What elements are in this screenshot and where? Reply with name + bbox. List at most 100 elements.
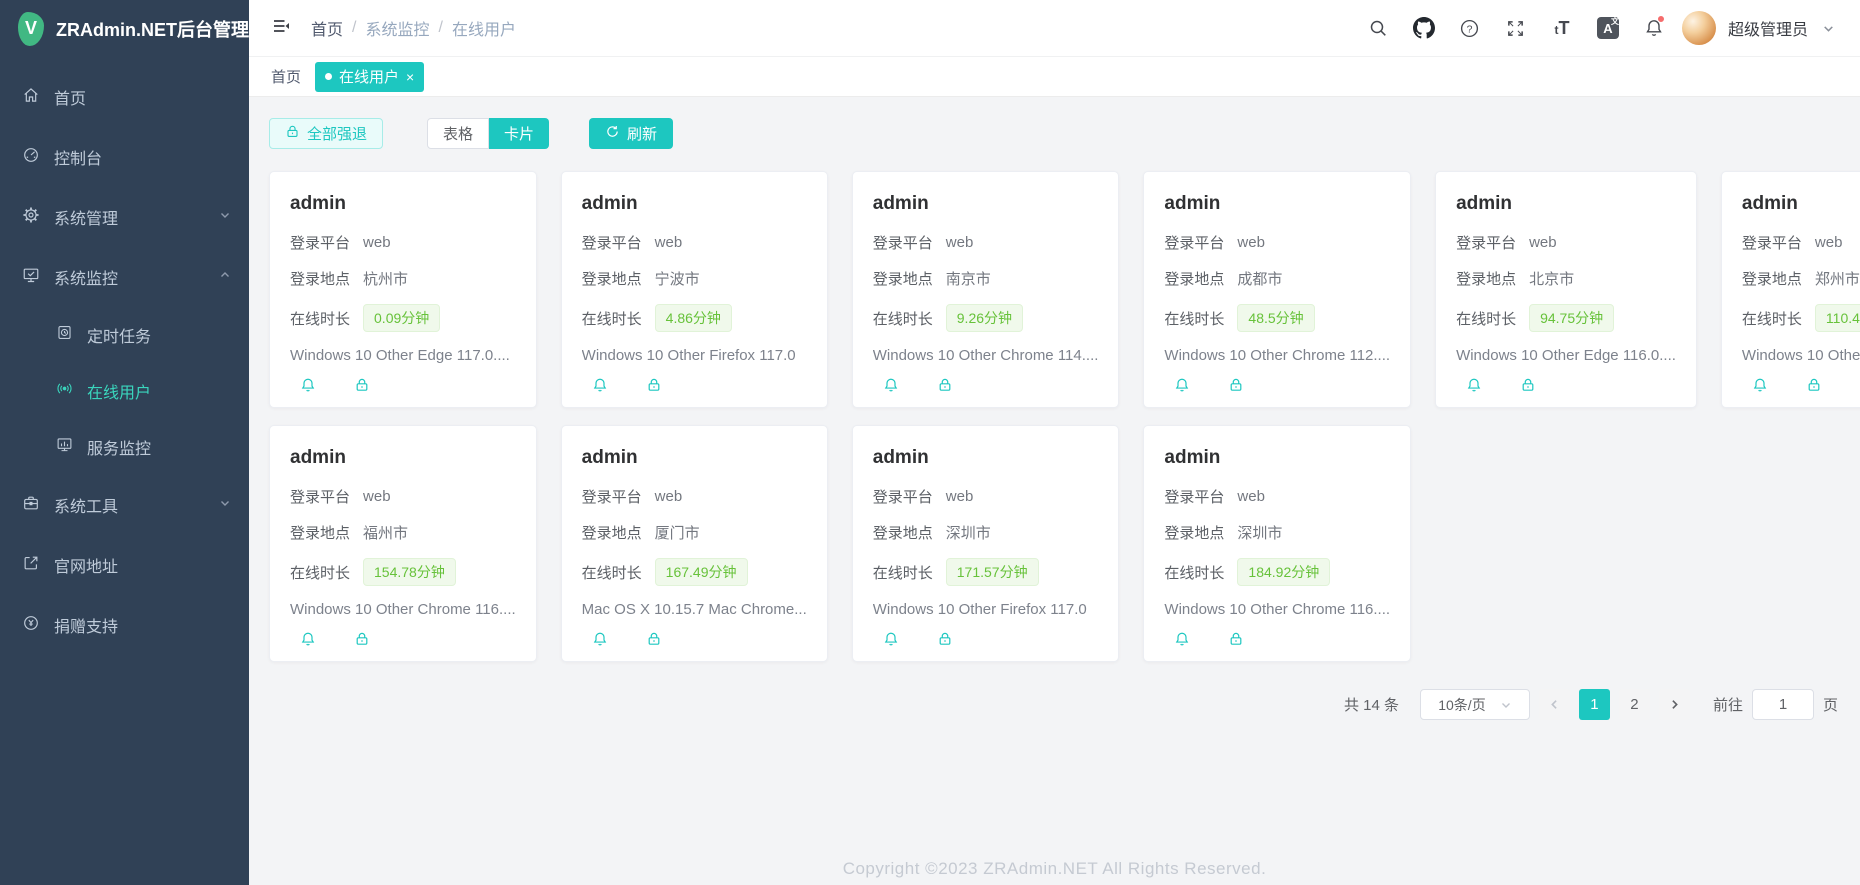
app-title: ZRAdmin.NET后台管理 (56, 16, 249, 42)
prev-page-button[interactable] (1539, 689, 1570, 720)
browser-info: Windows 10 Other Chrome 108.... (1742, 347, 1860, 364)
page-number-1[interactable]: 1 (1579, 689, 1610, 720)
goto-page-input[interactable] (1752, 689, 1814, 720)
force-logout-lock-icon[interactable] (1806, 377, 1822, 393)
github-icon[interactable] (1406, 10, 1442, 46)
force-logout-lock-icon[interactable] (937, 377, 953, 393)
tab-home[interactable]: 首页 (271, 66, 301, 87)
online-duration-label: 在线时长 (1456, 308, 1516, 329)
card-actions (1456, 377, 1676, 393)
tab-bar: 首页 在线用户 × (249, 57, 1860, 97)
search-icon[interactable] (1360, 10, 1396, 46)
page-size-select[interactable]: 10条/页 (1420, 689, 1530, 720)
notify-user-bell-icon[interactable] (1174, 631, 1190, 647)
notify-user-bell-icon[interactable] (300, 631, 316, 647)
login-platform-label: 登录平台 (1742, 232, 1802, 253)
notify-user-bell-icon[interactable] (883, 631, 899, 647)
online-user-card: admin 登录平台 web 登录地点 郑州市 在线时长 110.48分钟 Wi… (1721, 171, 1860, 408)
sidebar-item-donate[interactable]: 捐赠支持 (0, 595, 249, 655)
view-card-button[interactable]: 卡片 (489, 118, 549, 149)
force-logout-lock-icon[interactable] (646, 631, 662, 647)
sidebar-item-console[interactable]: 控制台 (0, 127, 249, 187)
login-location-value: 郑州市 (1815, 268, 1860, 289)
sidebar-item-system-monitor[interactable]: 系统监控 (0, 247, 249, 307)
refresh-button[interactable]: 刷新 (589, 118, 673, 149)
toolbox-icon (22, 494, 40, 517)
login-location-label: 登录地点 (1164, 268, 1224, 289)
user-name[interactable]: 超级管理员 (1728, 16, 1808, 40)
breadcrumb-home[interactable]: 首页 (311, 16, 343, 40)
sidebar-item-online-users[interactable]: 在线用户 (0, 363, 249, 419)
notify-user-bell-icon[interactable] (300, 377, 316, 393)
notify-user-bell-icon[interactable] (883, 377, 899, 393)
card-username: admin (1164, 193, 1390, 215)
browser-info: Windows 10 Other Firefox 117.0 (582, 347, 807, 364)
notify-user-bell-icon[interactable] (592, 377, 608, 393)
sidebar-item-system-tools[interactable]: 系统工具 (0, 475, 249, 535)
notify-user-bell-icon[interactable] (1752, 377, 1768, 393)
breadcrumb: 首页 / 系统监控 / 在线用户 (311, 16, 516, 40)
notification-badge (1657, 15, 1665, 23)
card-username: admin (582, 193, 807, 215)
login-location-label: 登录地点 (582, 268, 642, 289)
donate-icon (22, 614, 40, 637)
force-logout-all-label: 全部强退 (307, 123, 367, 144)
login-location-label: 登录地点 (1164, 522, 1224, 543)
svg-text:?: ? (1467, 23, 1473, 35)
next-page-button[interactable] (1659, 689, 1690, 720)
external-link-icon (22, 554, 40, 577)
card-actions (873, 377, 1099, 393)
sidebar-item-label: 系统工具 (54, 493, 205, 517)
online-user-card: admin 登录平台 web 登录地点 深圳市 在线时长 171.57分钟 Wi… (852, 425, 1120, 662)
sidebar-item-home[interactable]: 首页 (0, 67, 249, 127)
sidebar-item-official-site[interactable]: 官网地址 (0, 535, 249, 595)
login-platform-label: 登录平台 (290, 486, 350, 507)
view-table-button[interactable]: 表格 (427, 118, 489, 149)
tab-online-users[interactable]: 在线用户 × (315, 62, 424, 92)
collapse-sidebar-button[interactable] (265, 10, 297, 47)
sidebar-item-label: 首页 (54, 85, 231, 109)
online-duration-badge: 110.48分钟 (1815, 304, 1860, 332)
browser-info: Windows 10 Other Chrome 114.... (873, 347, 1099, 364)
force-logout-lock-icon[interactable] (937, 631, 953, 647)
avatar[interactable] (1682, 11, 1716, 45)
tab-label: 在线用户 (339, 66, 399, 87)
login-platform-label: 登录平台 (873, 486, 933, 507)
tab-close-icon[interactable]: × (406, 70, 414, 84)
help-icon[interactable]: ? (1452, 10, 1488, 46)
sidebar: V ZRAdmin.NET后台管理 首页 控制台 系统管理 系统监控 定时任务 (0, 0, 249, 885)
topbar: 首页 / 系统监控 / 在线用户 ? tT A文 超级管理员 (249, 0, 1860, 57)
login-platform-value: web (1237, 234, 1265, 251)
force-logout-lock-icon[interactable] (1228, 631, 1244, 647)
font-size-icon[interactable]: tT (1544, 10, 1580, 46)
force-logout-lock-icon[interactable] (646, 377, 662, 393)
notify-user-bell-icon[interactable] (1174, 377, 1190, 393)
force-logout-lock-icon[interactable] (354, 377, 370, 393)
user-menu-chevron-icon[interactable] (1818, 10, 1838, 46)
notify-user-bell-icon[interactable] (1466, 377, 1482, 393)
sidebar-item-system-admin[interactable]: 系统管理 (0, 187, 249, 247)
card-actions (290, 631, 516, 647)
sidebar-item-scheduled-tasks[interactable]: 定时任务 (0, 307, 249, 363)
force-logout-lock-icon[interactable] (1228, 377, 1244, 393)
translate-icon[interactable]: A文 (1590, 10, 1626, 46)
force-logout-lock-icon[interactable] (354, 631, 370, 647)
fullscreen-icon[interactable] (1498, 10, 1534, 46)
notify-user-bell-icon[interactable] (592, 631, 608, 647)
sidebar-item-service-monitor[interactable]: 服务监控 (0, 419, 249, 475)
force-logout-all-button[interactable]: 全部强退 (269, 118, 383, 149)
login-platform-value: web (363, 488, 391, 505)
online-user-card: admin 登录平台 web 登录地点 南京市 在线时长 9.26分钟 Wind… (852, 171, 1120, 408)
app-logo-row[interactable]: V ZRAdmin.NET后台管理 (0, 0, 249, 57)
bell-icon[interactable] (1636, 10, 1672, 46)
force-logout-lock-icon[interactable] (1520, 377, 1536, 393)
main-area: 首页 / 系统监控 / 在线用户 ? tT A文 超级管理员 首页 在线用户 (249, 0, 1860, 885)
sidebar-item-label: 服务监控 (87, 435, 231, 459)
topbar-actions: ? tT A文 超级管理员 (1360, 10, 1838, 46)
pagination: 共 14 条 10条/页 1 2 前往 页 (249, 689, 1838, 720)
breadcrumb-separator: / (438, 19, 442, 37)
login-location-value: 厦门市 (655, 522, 700, 543)
online-duration-badge: 9.26分钟 (946, 304, 1023, 332)
page-number-2[interactable]: 2 (1619, 689, 1650, 720)
login-location-value: 南京市 (946, 268, 991, 289)
